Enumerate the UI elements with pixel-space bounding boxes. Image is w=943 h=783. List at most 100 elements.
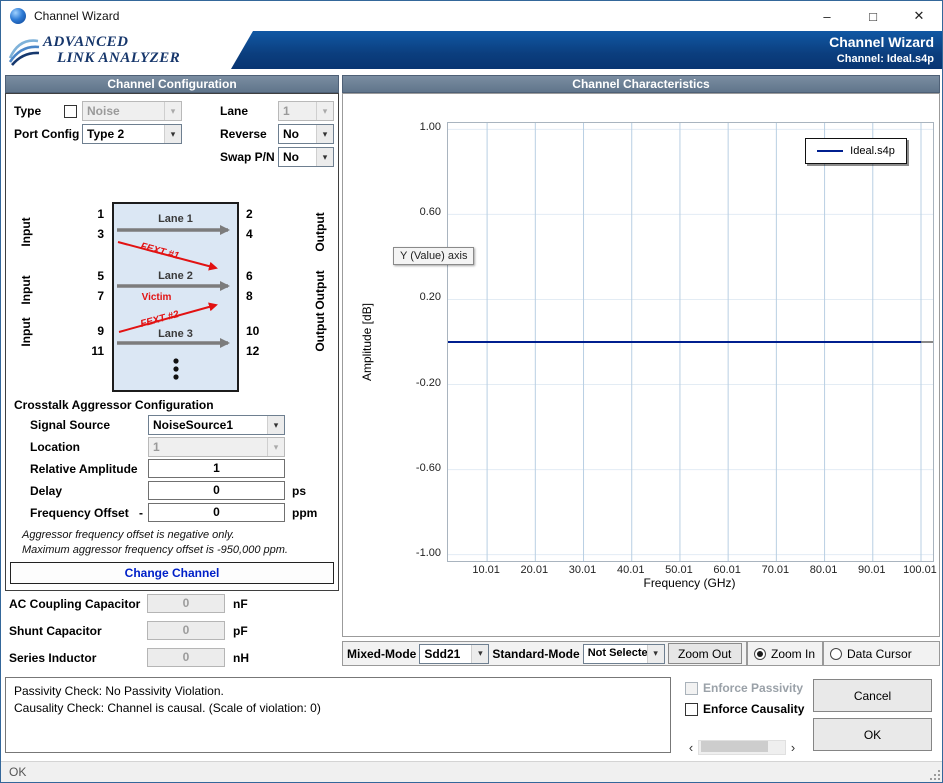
enforce-passivity-label: Enforce Passivity [703, 681, 803, 695]
options-scrollbar[interactable]: ‹ › [684, 739, 800, 756]
plot-area[interactable] [447, 122, 934, 562]
mixed-mode-select[interactable]: Sdd21 ▾ [419, 644, 489, 664]
header-banner: ADVANCED LINK ANALYZER Channel Wizard Ch… [1, 31, 942, 69]
chart-controls: Mixed-Mode Sdd21 ▾ Standard-Mode Not Sel… [342, 641, 940, 666]
x-tick-label: 70.01 [762, 564, 790, 576]
logo-text: ADVANCED LINK ANALYZER [43, 34, 180, 67]
dropdown-arrow-icon: ▾ [316, 102, 333, 120]
shunt-capacitor-label: Shunt Capacitor [9, 624, 102, 638]
banner-right: Channel Wizard Channel: Ideal.s4p [829, 34, 934, 65]
relative-amplitude-input[interactable]: 1 [148, 459, 285, 478]
reverse-select[interactable]: No ▾ [278, 124, 334, 144]
pin-number-left: 5 [68, 269, 104, 283]
zoom-in-radio[interactable] [754, 648, 766, 660]
signal-source-select[interactable]: NoiseSource1 ▾ [148, 415, 285, 435]
close-icon: ✕ [914, 8, 925, 24]
dropdown-arrow-icon: ▾ [164, 125, 181, 143]
delay-label: Delay [30, 484, 62, 498]
location-select-value: 1 [149, 438, 267, 456]
minimize-button[interactable]: – [804, 1, 850, 31]
scrollbar-thumb[interactable] [701, 741, 768, 752]
y-axis-tooltip: Y (Value) axis [393, 247, 474, 265]
port-config-select[interactable]: Type 2 ▾ [82, 124, 182, 144]
channel-wizard-window: Channel Wizard – □ ✕ ADVANCED LINK ANALY… [0, 0, 943, 783]
legend-line [817, 150, 843, 152]
frequency-offset-sign: - [139, 506, 143, 520]
series-inductor-unit: nH [233, 651, 249, 665]
y-tick-label: 0.60 [395, 206, 441, 218]
x-axis-label: Frequency (GHz) [447, 576, 932, 590]
dropdown-arrow-icon: ▾ [267, 438, 284, 456]
data-cursor-label: Data Cursor [847, 647, 912, 661]
standard-mode-select[interactable]: Not Selected ▾ [583, 644, 665, 664]
reverse-label: Reverse [220, 127, 267, 141]
delay-input[interactable]: 0 [148, 481, 285, 500]
dropdown-arrow-icon: ▾ [471, 645, 488, 663]
port-config-label: Port Config [14, 127, 79, 141]
logo-waves-icon [7, 34, 41, 66]
x-tick-label: 40.01 [617, 564, 645, 576]
zoom-out-button[interactable]: Zoom Out [668, 643, 742, 664]
data-cursor-radio[interactable] [830, 648, 842, 660]
lane-label: Lane [220, 104, 248, 118]
y-axis-label: Amplitude [dB] [360, 303, 374, 381]
y-tick-label: -0.60 [395, 462, 441, 474]
swap-pn-select-value: No [279, 148, 316, 166]
x-tick-label: 80.01 [810, 564, 838, 576]
banner-title: Channel Wizard [829, 34, 934, 50]
change-channel-button[interactable]: Change Channel [10, 562, 334, 584]
pin-number-right: 10 [246, 324, 282, 338]
dropdown-arrow-icon: ▾ [267, 416, 284, 434]
close-button[interactable]: ✕ [896, 1, 942, 31]
type-checkbox[interactable] [64, 105, 77, 118]
reverse-select-value: No [279, 125, 316, 143]
cancel-button[interactable]: Cancel [813, 679, 932, 712]
series-inductor-input: 0 [147, 648, 225, 667]
zoom-in-option[interactable]: Zoom In [747, 641, 823, 666]
channel-diagram: Lane 1 FEXT #1 Lane 2 Victim FEXT #2 Lan… [112, 202, 239, 392]
swap-pn-select[interactable]: No ▾ [278, 147, 334, 167]
pin-number-left: 7 [68, 289, 104, 303]
window-controls: – □ ✕ [804, 1, 942, 31]
input-label: Input [19, 217, 33, 246]
series-inductor-label: Series Inductor [9, 651, 96, 665]
y-tick-label: -0.20 [395, 377, 441, 389]
config-box: Type Noise ▾ Lane 1 ▾ Port Config Type 2… [5, 93, 339, 591]
scrollbar-track[interactable] [698, 740, 786, 755]
frequency-offset-input[interactable]: 0 [148, 503, 285, 522]
enforce-causality-checkbox[interactable] [685, 703, 698, 716]
banner-channel: Channel: Ideal.s4p [837, 53, 934, 65]
frequency-offset-label: Frequency Offset [30, 506, 129, 520]
legend-series-label: Ideal.s4p [850, 145, 895, 157]
type-select: Noise ▾ [82, 101, 182, 121]
x-tick-label: 50.01 [665, 564, 693, 576]
statusbar-text: OK [9, 765, 26, 779]
data-cursor-option[interactable]: Data Cursor [823, 641, 940, 666]
y-tick-label: 0.20 [395, 291, 441, 303]
standard-mode-label: Standard-Mode [492, 647, 579, 661]
zoom-in-label: Zoom In [771, 647, 815, 661]
logo-line1: ADVANCED [43, 34, 180, 51]
mixed-mode-select-value: Sdd21 [420, 645, 471, 663]
signal-source-select-value: NoiseSource1 [149, 416, 267, 434]
output-label: Output [313, 312, 327, 351]
input-label: Input [19, 275, 33, 304]
scroll-left-icon[interactable]: ‹ [684, 740, 698, 755]
lane-select-value: 1 [279, 102, 316, 120]
scroll-right-icon[interactable]: › [786, 740, 800, 755]
minimize-icon: – [823, 9, 830, 24]
mixed-mode-label: Mixed-Mode [347, 647, 416, 661]
victim-label: Victim [114, 292, 199, 303]
enforce-passivity-checkbox [685, 682, 698, 695]
pin-number-left: 9 [68, 324, 104, 338]
swap-pn-label: Swap P/N [220, 150, 275, 164]
pin-number-right: 4 [246, 227, 282, 241]
resize-grip[interactable] [928, 768, 941, 781]
maximize-button[interactable]: □ [850, 1, 896, 31]
chart-region: Amplitude [dB] Frequency (GHz) Ideal.s4p… [342, 93, 940, 637]
x-tick-label: 10.01 [472, 564, 500, 576]
ok-button[interactable]: OK [813, 718, 932, 751]
enforce-causality-label: Enforce Causality [703, 702, 804, 716]
lane-select: 1 ▾ [278, 101, 334, 121]
output-label: Output [313, 212, 327, 251]
